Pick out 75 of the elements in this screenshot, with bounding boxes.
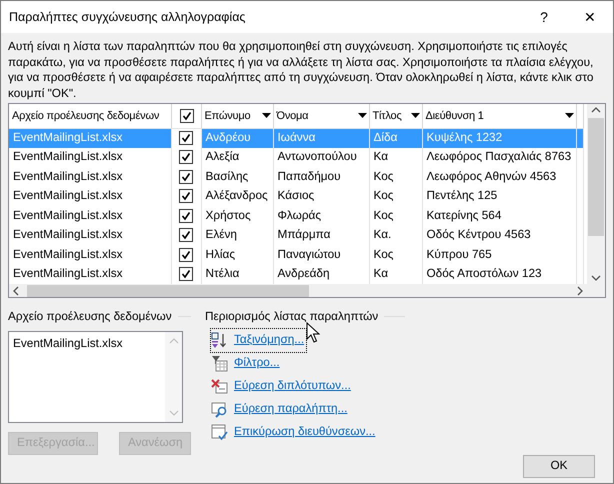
horizontal-scrollbar[interactable] bbox=[9, 284, 605, 297]
data-source-list[interactable]: EventMailingList.xlsx bbox=[8, 330, 183, 423]
table-cell: Κα bbox=[369, 148, 422, 167]
table-cell: EventMailingList.xlsx bbox=[9, 245, 171, 264]
group-heading: Αρχείο προέλευσης δεδομένων bbox=[8, 308, 172, 325]
table-cell: EventMailingList.xlsx bbox=[9, 148, 171, 167]
close-button[interactable]: ✕ bbox=[567, 1, 613, 33]
row-checkbox[interactable] bbox=[179, 208, 193, 223]
table-cell: EventMailingList.xlsx bbox=[9, 167, 171, 186]
row-checkbox[interactable] bbox=[179, 248, 193, 262]
row-checkbox[interactable] bbox=[179, 267, 193, 282]
table-cell: Κατερίνης 564 bbox=[422, 206, 576, 226]
table-cell: Κος bbox=[369, 186, 422, 206]
link[interactable]: Ταξινόμηση... bbox=[232, 330, 306, 350]
help-button[interactable]: ? bbox=[521, 1, 567, 33]
link[interactable]: Φίλτρο... bbox=[232, 353, 282, 374]
sort-icon bbox=[211, 332, 228, 349]
dropdown-arrow-icon[interactable] bbox=[410, 113, 420, 118]
dropdown-arrow-icon[interactable] bbox=[564, 113, 574, 118]
table-cell: Ηλίας bbox=[201, 245, 273, 264]
ok-button[interactable]: OK bbox=[523, 454, 595, 478]
table-cell: Κάσιος bbox=[273, 186, 369, 206]
table-cell: Ελένη bbox=[201, 226, 273, 245]
link[interactable]: Εύρεση παραλήπτη... bbox=[232, 399, 350, 420]
filter-icon bbox=[211, 354, 228, 372]
list-item[interactable]: EventMailingList.xlsx bbox=[13, 334, 161, 352]
row-checkbox[interactable] bbox=[179, 189, 193, 204]
table-cell: EventMailingList.xlsx bbox=[9, 186, 171, 206]
table-cell: Λεωφόρος Αθηνών 4563 bbox=[422, 167, 576, 186]
table-cell: EventMailingList.xlsx bbox=[9, 226, 171, 245]
table-cell: Φλωράς bbox=[273, 206, 369, 226]
column-header[interactable]: Αρχείο προέλευσης δεδομένων bbox=[9, 104, 171, 128]
table-cell: Αλεξία bbox=[201, 148, 273, 167]
row-checkbox[interactable] bbox=[179, 150, 193, 164]
vertical-scrollbar[interactable] bbox=[587, 104, 605, 284]
table-cell: Αλέξανδρος bbox=[201, 186, 273, 206]
table-cell: Κος bbox=[369, 206, 422, 226]
selected-cell: Ιωάννα bbox=[273, 128, 369, 148]
table-cell: Κος bbox=[369, 245, 422, 264]
dropdown-arrow-icon[interactable] bbox=[358, 113, 366, 118]
description-text: Αυτή είναι η λίστα των παραληπτών που θα χρησιμοποιηθεί στη συγχώνευση. Χρησιμοποιήστε τις επιλογές παρακάτω, για να προσθέσετε παραλήπτες ή για να αλλάξετε τη λίστα σας. Χρησιμοποιήστε τα πλαίσια ελέγχου, για να προσθέσετε ή να αφαιρέσετε παραλήπτες από τη συγχώνευση. Όταν ολοκληρωθεί η λίστα, κάντε κλικ στο κουμπί "ΟΚ". bbox=[7, 38, 594, 101]
selected-cell: Κυψέλης 1232 bbox=[422, 128, 576, 148]
column-label: Όνομα bbox=[276, 108, 308, 124]
table-cell: Πεντέλης 125 bbox=[422, 186, 576, 206]
table-cell: EventMailingList.xlsx bbox=[9, 206, 171, 226]
table-cell: Χρήστος bbox=[201, 206, 273, 226]
group-heading: Περιορισμός λίστας παραληπτών bbox=[205, 308, 378, 325]
duplicate-list-icon bbox=[211, 378, 228, 395]
column-label: Τίτλος bbox=[372, 108, 402, 124]
row-checkbox[interactable] bbox=[179, 131, 193, 146]
table-cell: Παναγιώτου bbox=[273, 245, 369, 264]
checked-list-icon bbox=[211, 424, 228, 441]
search-icon bbox=[211, 400, 228, 418]
row-checkbox[interactable] bbox=[179, 170, 193, 184]
table-cell: Κα. bbox=[369, 226, 422, 245]
header-checkbox[interactable] bbox=[180, 108, 194, 123]
table-cell: Μπάρμπα bbox=[273, 226, 369, 245]
column-label: Διεύθυνση 1 bbox=[426, 108, 484, 124]
selected-cell: EventMailingList.xlsx bbox=[9, 128, 171, 148]
dropdown-arrow-icon[interactable] bbox=[262, 113, 270, 118]
link[interactable]: Εύρεση διπλότυπων... bbox=[232, 376, 353, 396]
column-label: Επώνυμο bbox=[204, 108, 250, 124]
row-checkbox[interactable] bbox=[179, 228, 193, 242]
selected-cell: Δίδα bbox=[369, 128, 422, 148]
mouse-cursor-icon bbox=[306, 322, 320, 344]
table-cell: Παπαδήμου bbox=[273, 167, 369, 186]
selected-cell: Ανδρέου bbox=[201, 128, 273, 148]
table-cell: Οδός Κέντρου 4563 bbox=[422, 226, 576, 245]
link[interactable]: Επικύρωση διευθύνσεων... bbox=[232, 422, 378, 442]
table-cell: Κος bbox=[369, 167, 422, 186]
table-cell: Αντωνοπούλου bbox=[273, 148, 369, 167]
table-cell: Λεωφόρος Πασχαλιάς 8763 bbox=[422, 148, 576, 167]
table-cell: Κύπρου 765 bbox=[422, 245, 576, 264]
table-cell: Βασίλης bbox=[201, 167, 273, 186]
window-title: Παραλήπτες συγχώνευσης αλληλογραφίας bbox=[9, 8, 246, 26]
